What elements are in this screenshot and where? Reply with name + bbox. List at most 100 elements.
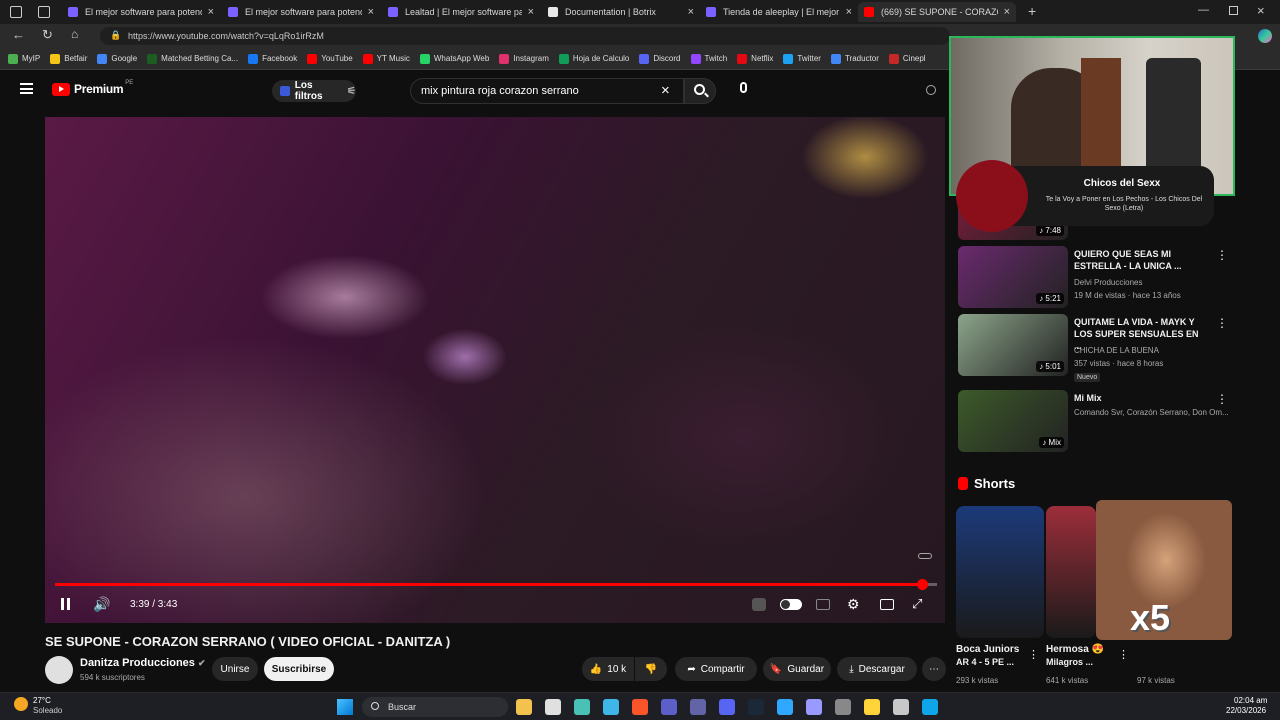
tab-close-icon[interactable]: × (688, 6, 694, 18)
bookmark-item[interactable]: Twitch (690, 53, 727, 64)
bookmark-item[interactable]: Betfair (50, 53, 87, 64)
new-tab-button[interactable]: + (1028, 3, 1036, 19)
tab-close-icon[interactable]: × (368, 6, 374, 18)
short-more-icon[interactable]: ⋮ (1118, 648, 1129, 661)
edge-icon[interactable] (922, 699, 938, 715)
video-thumbnail[interactable]: ♪ 5:21 (958, 246, 1068, 308)
back-icon[interactable]: ← (12, 27, 25, 42)
bookmark-item[interactable]: Instagram (499, 53, 549, 64)
chrome-icon[interactable] (545, 699, 561, 715)
more-options-icon[interactable]: ⋮ (1216, 248, 1228, 262)
photoshop-icon[interactable] (777, 699, 793, 715)
autoplay-toggle[interactable] (780, 599, 802, 610)
channel-name[interactable]: Danitza Producciones ✔ (80, 657, 206, 669)
bookmark-item[interactable]: WhatsApp Web (419, 53, 489, 64)
tab-close-icon[interactable]: × (1004, 6, 1010, 18)
clear-search-icon[interactable]: × (661, 82, 670, 99)
tab-close-icon[interactable]: × (846, 6, 852, 18)
search-input[interactable]: mix pintura roja corazon serrano × (410, 78, 684, 104)
subscribe-button[interactable]: Suscribirse (264, 657, 334, 681)
notes-icon[interactable] (864, 699, 880, 715)
weather-icon[interactable] (14, 697, 28, 711)
miniplayer-icon[interactable] (880, 599, 894, 610)
close-window-button[interactable]: × (1257, 3, 1265, 18)
calculator-icon[interactable] (690, 699, 706, 715)
recommended-video[interactable]: ♪ 5:01 QUITAME LA VIDA - MAYK Y LOS SUPER… (958, 314, 1258, 382)
file-explorer-icon[interactable] (516, 699, 532, 715)
bookmark-item[interactable]: Traductor (830, 53, 879, 64)
browser-tab[interactable]: Lealtad | El mejor software para p × (382, 2, 540, 22)
video-player[interactable] (45, 117, 945, 623)
bookmark-item[interactable]: Discord (639, 53, 681, 64)
share-button[interactable]: ➦ Compartir (675, 657, 757, 681)
short-title[interactable]: Hermosa 😍 Milagros ... (1046, 643, 1104, 669)
like-button[interactable]: 👍 10 k (582, 657, 634, 681)
voice-search-button[interactable] (736, 80, 752, 100)
channel-avatar[interactable] (45, 656, 73, 684)
more-options-icon[interactable]: ⋮ (1216, 316, 1228, 330)
settings-icon[interactable]: ⚙ (847, 596, 860, 613)
bookmark-item[interactable]: Facebook (248, 53, 297, 64)
restore-button[interactable] (1229, 6, 1238, 15)
more-options-icon[interactable]: ⋮ (1216, 392, 1228, 406)
volume-button[interactable]: 🔊 (93, 596, 110, 613)
browser-tab[interactable]: (669) SE SUPONE - CORAZÓ × (858, 2, 1016, 22)
discord-icon[interactable] (719, 699, 735, 715)
premiere-icon[interactable] (806, 699, 822, 715)
progress-bar[interactable] (55, 579, 937, 590)
start-icon[interactable] (337, 699, 353, 715)
save-button[interactable]: 🔖 Guardar (763, 657, 831, 681)
menu-icon[interactable] (20, 83, 33, 94)
filters-chip[interactable]: Los filtros ⚟ (272, 80, 356, 102)
url-field[interactable]: 🔒 https://www.youtube.com/watch?v=qLqRo1… (100, 27, 950, 45)
subtitles-icon[interactable] (816, 599, 830, 610)
tab-actions-icon[interactable] (38, 6, 50, 18)
copilot-app-icon[interactable] (574, 699, 590, 715)
video-thumbnail[interactable]: ♪ 5:01 (958, 314, 1068, 376)
youtube-logo[interactable]: Premium PE (52, 80, 133, 96)
download-button[interactable]: ⤓ Descargar (837, 657, 917, 681)
bookmark-item[interactable]: Netflix (737, 53, 773, 64)
short-title[interactable]: Boca Juniors AR 4 - 5 PE ... (956, 643, 1019, 669)
bookmark-item[interactable]: Cinepl (888, 53, 926, 64)
dislike-button[interactable]: 👎 (635, 657, 667, 681)
home-icon[interactable]: ⌂ (71, 27, 78, 41)
minimize-button[interactable]: — (1198, 4, 1209, 16)
recommended-video[interactable]: ♪ 5:21 QUIERO QUE SEAS MI ESTRELLA - LA U… (958, 246, 1258, 310)
reload-icon[interactable]: ↻ (42, 27, 53, 43)
workspaces-icon[interactable] (10, 6, 22, 18)
steam-icon[interactable] (748, 699, 764, 715)
join-button[interactable]: Unirse (212, 657, 258, 681)
progress-scrubber[interactable] (917, 579, 928, 590)
tab-close-icon[interactable]: × (208, 6, 214, 18)
browser-tab[interactable]: Documentation | Botrix × (542, 2, 700, 22)
video-title[interactable]: Mi Mix (1074, 392, 1204, 404)
taskbar-search[interactable]: Buscar (362, 697, 508, 717)
short-more-icon[interactable]: ⋮ (1028, 648, 1039, 661)
settings-app-icon[interactable] (835, 699, 851, 715)
recommended-video[interactable]: ♪ Mix Mi Mix ⋮ Comando Svr, Corazón Serrano… (958, 390, 1258, 454)
short-thumbnail[interactable] (956, 506, 1044, 638)
tab-close-icon[interactable]: × (528, 6, 534, 18)
bookmark-item[interactable]: YT Music (362, 53, 410, 64)
fullscreen-icon[interactable]: ⤢ (912, 596, 922, 612)
bookmark-item[interactable]: YouTube (307, 53, 353, 64)
browser-tab[interactable]: Tienda de aleeplay | El mejor soft × (700, 2, 858, 22)
bookmark-item[interactable]: Hoja de Calculo (558, 53, 629, 64)
browser-tab[interactable]: El mejor software para potenciar × (62, 2, 220, 22)
filters-player-icon[interactable] (752, 598, 766, 611)
more-actions-button[interactable]: ⋯ (922, 657, 946, 681)
play-icon[interactable] (893, 699, 909, 715)
bookmark-item[interactable]: Twitter (783, 53, 821, 64)
photos-icon[interactable] (603, 699, 619, 715)
bookmark-item[interactable]: MyIP (8, 53, 40, 64)
video-title[interactable]: QUIERO QUE SEAS MI ESTRELLA - LA UNICA .… (1074, 248, 1204, 272)
brave-icon[interactable] (632, 699, 648, 715)
short-thumbnail[interactable] (1046, 506, 1096, 638)
bookmark-item[interactable]: Google (97, 53, 137, 64)
browser-tab[interactable]: El mejor software para potenciar × (222, 2, 380, 22)
bookmark-item[interactable]: Matched Betting Ca... (147, 53, 238, 64)
pause-button[interactable] (60, 598, 72, 611)
timer-icon[interactable] (926, 85, 936, 95)
search-button[interactable] (684, 78, 716, 104)
